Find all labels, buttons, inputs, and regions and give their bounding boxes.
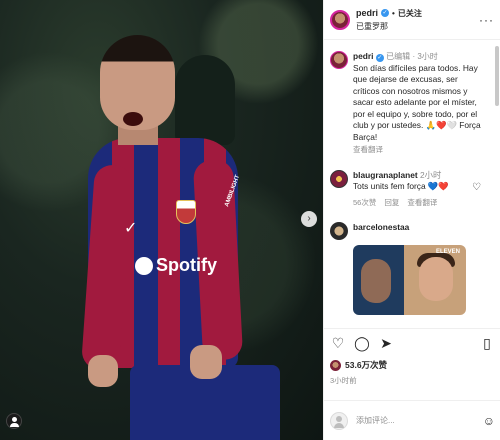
club-crest-icon	[176, 200, 196, 224]
comment-likes[interactable]: 56次赞	[353, 197, 376, 209]
comments-list[interactable]: pedri ✓ 已编辑 · 3小时 Son días difíciles par…	[324, 41, 500, 321]
commenter-username[interactable]: barcelonestaa	[353, 222, 409, 232]
next-image-chevron-icon[interactable]: ›	[301, 211, 317, 227]
caption-avatar[interactable]	[330, 51, 348, 69]
post-caption: pedri ✓ 已编辑 · 3小时 Son días difíciles par…	[330, 51, 491, 156]
post-image[interactable]: ✓ Spotify AMBILIGHT ›	[0, 0, 323, 440]
player-left-fist	[88, 355, 118, 387]
emoji-icon[interactable]: ☺	[483, 414, 495, 428]
comment-like-heart-icon[interactable]: ♡	[472, 182, 481, 193]
comment-item: barcelonestaa	[330, 222, 491, 240]
comment-image-face-left	[361, 259, 391, 303]
comment-image[interactable]: ELEVEN	[353, 245, 466, 315]
sponsor-text: Spotify	[156, 255, 217, 275]
location-label[interactable]: 已重罗那	[356, 21, 422, 32]
current-user-avatar	[330, 411, 348, 430]
nike-swoosh-icon: ✓	[124, 220, 138, 237]
comment-item: blaugranaplanet 2小时 Tots units fem força…	[330, 169, 491, 209]
author-avatar[interactable]	[330, 9, 350, 30]
tagged-user-icon[interactable]	[6, 413, 22, 429]
comment-reply-button[interactable]: 回复	[384, 197, 399, 209]
caption-edited-label: 已编辑	[386, 52, 411, 61]
comment-text: Tots units fem força 💙❤️	[353, 181, 449, 191]
more-options-icon[interactable]: ···	[479, 13, 494, 27]
commenter-username[interactable]: blaugranaplanet	[353, 170, 418, 180]
comment-translate-link[interactable]: 查看翻译	[407, 197, 437, 209]
follow-status-button[interactable]: 已关注	[398, 8, 422, 19]
verified-badge-icon: ✓	[375, 54, 384, 62]
commenter-avatar[interactable]	[330, 169, 348, 188]
author-info: pedri ✓ • 已关注 已重罗那	[356, 8, 422, 32]
comment-time: 2小时	[420, 169, 442, 180]
author-username[interactable]: pedri	[356, 8, 378, 18]
caption-time: · 3小时	[412, 52, 438, 61]
post-time: 3小时前	[330, 376, 357, 385]
likes-text[interactable]: 53.6万次赞	[345, 359, 387, 371]
caption-username[interactable]: pedri	[353, 51, 373, 61]
share-send-icon[interactable]: ➤	[378, 335, 394, 351]
header-separator: •	[392, 8, 395, 18]
liker-avatar	[330, 359, 341, 371]
comment-input[interactable]: 添加评论...	[356, 415, 475, 426]
background-player	[175, 55, 235, 145]
comment-image-face-right	[419, 257, 453, 301]
post-side-panel: pedri ✓ • 已关注 已重罗那 ··· pedri ✓ 已编辑 · 3小时…	[323, 0, 500, 440]
comment-image-label: ELEVEN	[435, 249, 460, 255]
player-right-fist	[190, 345, 222, 379]
like-heart-icon[interactable]: ♡	[330, 335, 346, 351]
comment-input-bar: 添加评论... ☺	[324, 400, 500, 440]
verified-badge-icon: ✓	[381, 9, 390, 17]
commenter-avatar[interactable]	[330, 222, 348, 240]
sponsor-logo: Spotify	[135, 255, 217, 276]
likes-count[interactable]: 53.6万次赞	[330, 359, 495, 371]
bookmark-icon[interactable]: ▯	[479, 335, 495, 351]
post-header: pedri ✓ • 已关注 已重罗那 ···	[324, 0, 500, 40]
comment-bubble-icon[interactable]: ◯	[354, 335, 370, 351]
caption-text: Son días difíciles para todos. Hay que d…	[353, 62, 481, 142]
spotify-icon	[135, 256, 153, 275]
caption-translate-link[interactable]: 查看翻译	[353, 144, 485, 156]
player-mouth	[123, 112, 143, 126]
